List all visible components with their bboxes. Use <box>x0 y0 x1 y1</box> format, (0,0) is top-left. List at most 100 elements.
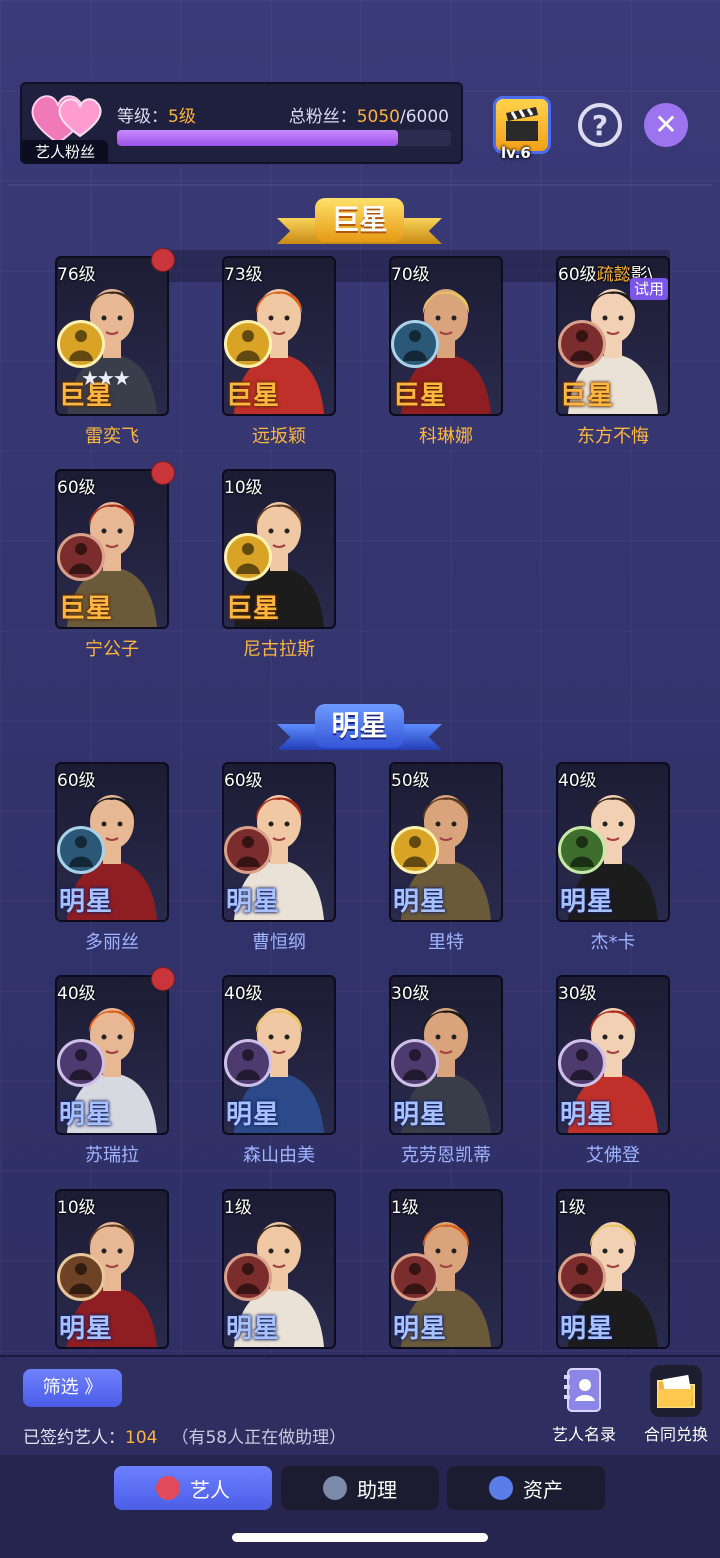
artist-card[interactable]: 明星 1级 <box>389 1189 503 1349</box>
artist-name[interactable]: 东方不悔 <box>556 422 670 448</box>
tennis-icon <box>558 1039 606 1087</box>
artist-name[interactable]: 宁公子 <box>55 635 169 661</box>
rank-label: 明星 <box>59 1100 114 1130</box>
artist-card[interactable]: 明星 40级 <box>222 975 336 1135</box>
directory-book-icon <box>558 1365 610 1417</box>
close-button[interactable]: ✕ <box>644 103 688 147</box>
artist-name[interactable]: 森山由美 <box>222 1141 336 1167</box>
soldier-icon <box>224 533 272 581</box>
rank-label: 明星 <box>560 1314 615 1344</box>
contract-exchange-button[interactable]: 合同兑换 <box>631 1365 720 1445</box>
rank-label: 明星 <box>226 887 281 917</box>
artist-level: 60级 <box>224 771 263 791</box>
soldier-icon <box>224 320 272 368</box>
rank-label: 巨星 <box>59 594 114 624</box>
rank-label: 明星 <box>226 1100 281 1130</box>
artist-directory-label: 艺人名录 <box>551 1425 616 1444</box>
artist-card[interactable]: 明星 40级 <box>55 975 169 1135</box>
hearts-icon <box>31 95 102 145</box>
studio-level-label: lv.6 <box>501 144 531 162</box>
artist-name[interactable]: 多丽丝 <box>55 928 169 954</box>
silhouette-icon <box>558 1253 606 1301</box>
artist-level: 40级 <box>224 984 263 1004</box>
artist-card[interactable]: 巨星 60级疏懿影\ 试用 <box>556 256 670 416</box>
artist-level: 1级 <box>558 1198 586 1218</box>
silhouette-icon <box>57 533 105 581</box>
artist-card[interactable]: 巨星 60级 <box>55 469 169 629</box>
tab-assets-label: 资产 <box>523 1477 563 1502</box>
assistant-icon <box>323 1476 347 1500</box>
dancer-icon <box>57 1039 105 1087</box>
artist-name[interactable]: 尼古拉斯 <box>222 635 336 661</box>
artist-card[interactable]: 巨星 10级 <box>222 469 336 629</box>
artist-name[interactable]: 曹恒纲 <box>222 928 336 954</box>
artist-name[interactable]: 杰*卡 <box>556 928 670 954</box>
star-banner: 明星 <box>277 704 442 760</box>
artist-name[interactable]: 苏瑞拉 <box>55 1141 169 1167</box>
artist-level: 60级 <box>57 478 96 498</box>
artist-card[interactable]: 明星 1级 <box>222 1189 336 1349</box>
artist-level: 30级 <box>558 984 597 1004</box>
fans-panel: 艺人粉丝 等级：5级 总粉丝：5050/6000 <box>20 82 463 164</box>
rank-label: 巨星 <box>226 594 281 624</box>
asset-icon <box>489 1476 513 1500</box>
artist-name[interactable]: 科琳娜 <box>389 422 503 448</box>
artist-card[interactable]: 巨星 76级 ★★★ <box>55 256 169 416</box>
lips-icon <box>156 1476 180 1500</box>
artist-card[interactable]: 巨星 73级 <box>222 256 336 416</box>
rank-label: 明星 <box>59 887 114 917</box>
rank-label: 明星 <box>393 887 448 917</box>
artist-card[interactable]: 明星 60级 <box>222 762 336 922</box>
artist-name[interactable]: 克劳恩凯蒂 <box>389 1141 503 1167</box>
silhouette-icon <box>224 1253 272 1301</box>
rank-label: 巨星 <box>226 381 281 411</box>
help-button[interactable]: ? <box>578 103 622 147</box>
rank-label: 巨星 <box>560 381 615 411</box>
artist-level: 70级 <box>391 265 430 285</box>
artist-level: 73级 <box>224 265 263 285</box>
notification-dot <box>151 967 175 991</box>
dancer-icon <box>224 1039 272 1087</box>
fan-level: 等级：5级 <box>117 107 196 127</box>
fans-tag: 艺人粉丝 <box>22 140 108 164</box>
artist-card[interactable]: 明星 30级 <box>389 975 503 1135</box>
notification-dot <box>151 248 175 272</box>
statue-icon <box>558 826 606 874</box>
tab-artists-label: 艺人 <box>190 1477 230 1502</box>
artist-name[interactable]: 远坂颖 <box>222 422 336 448</box>
artist-card[interactable]: 明星 40级 <box>556 762 670 922</box>
fans-progress-bar <box>117 130 451 146</box>
artist-directory-button[interactable]: 艺人名录 <box>539 1365 629 1445</box>
artist-card[interactable]: 巨星 70级 <box>389 256 503 416</box>
artist-card[interactable]: 明星 50级 <box>389 762 503 922</box>
superstar-banner: 巨星 <box>277 198 442 254</box>
artist-name[interactable]: 雷奕飞 <box>55 422 169 448</box>
tab-artists[interactable]: 艺人 <box>114 1466 272 1510</box>
ufo-icon <box>391 320 439 368</box>
artist-name[interactable]: 里特 <box>389 928 503 954</box>
artist-level: 40级 <box>57 984 96 1004</box>
rank-label: 明星 <box>393 1100 448 1130</box>
artist-card[interactable]: 明星 60级 <box>55 762 169 922</box>
tab-assistants-label: 助理 <box>357 1477 397 1502</box>
artist-level: 60级 <box>57 771 96 791</box>
tab-assistants[interactable]: 助理 <box>281 1466 439 1510</box>
rank-label: 明星 <box>59 1314 114 1344</box>
home-indicator[interactable] <box>232 1533 488 1542</box>
filter-button[interactable]: 筛选 》 <box>23 1369 122 1407</box>
signed-artists: 已签约艺人：104 （有58人正在做助理） <box>23 1428 347 1448</box>
rank-label: 明星 <box>226 1314 281 1344</box>
contract-exchange-label: 合同兑换 <box>643 1425 708 1444</box>
artist-level: 10级 <box>224 478 263 498</box>
artist-card[interactable]: 明星 10级 <box>55 1189 169 1349</box>
studio-level-button[interactable]: lv.6 <box>487 96 557 162</box>
artist-name[interactable]: 艾佛登 <box>556 1141 670 1167</box>
artist-card[interactable]: 明星 1级 <box>556 1189 670 1349</box>
star-title: 明星 <box>315 704 404 748</box>
tab-assets[interactable]: 资产 <box>447 1466 605 1510</box>
ufo-icon <box>57 826 105 874</box>
artist-level: 76级 <box>57 265 96 285</box>
artist-card[interactable]: 明星 30级 <box>556 975 670 1135</box>
artist-level: 10级 <box>57 1198 96 1218</box>
artist-level: 50级 <box>391 771 430 791</box>
